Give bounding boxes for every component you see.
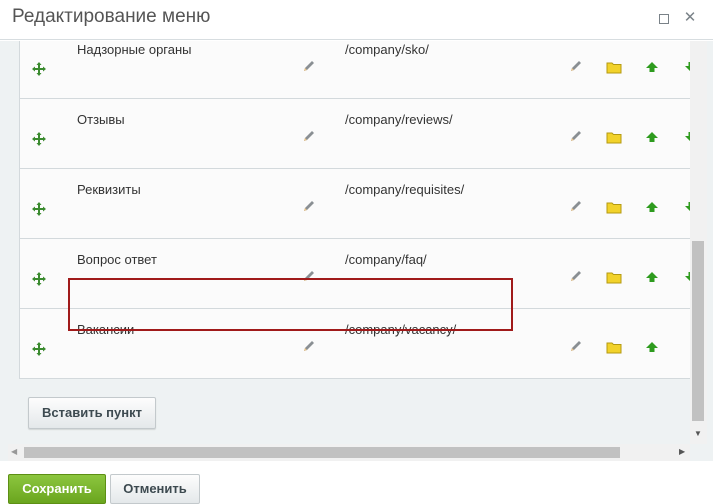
- menu-item-name[interactable]: Вакансии: [77, 322, 134, 337]
- folder-icon[interactable]: [606, 200, 622, 214]
- scroll-right-arrow-icon[interactable]: ▶: [679, 447, 685, 456]
- table-row: Вакансии /company/vacancy/: [20, 309, 690, 379]
- insert-item-button[interactable]: Вставить пункт: [28, 397, 156, 429]
- menu-items-scroll-area: Надзорные органы /company/sko/ Отзывы /c…: [8, 41, 690, 444]
- arrow-up-icon[interactable]: [645, 201, 659, 213]
- table-row: Надзорные органы /company/sko/: [20, 41, 690, 99]
- move-arrows-icon[interactable]: [32, 342, 46, 356]
- save-button[interactable]: Сохранить: [8, 474, 106, 504]
- folder-icon[interactable]: [606, 340, 622, 354]
- pencil-icon[interactable]: [301, 58, 317, 74]
- folder-icon[interactable]: [606, 270, 622, 284]
- close-icon[interactable]: ✕: [682, 10, 698, 26]
- pencil-icon[interactable]: [301, 198, 317, 214]
- menu-item-link[interactable]: /company/vacancy/: [345, 322, 456, 337]
- maximize-icon[interactable]: [655, 10, 671, 26]
- scroll-down-arrow-icon[interactable]: ▼: [694, 429, 702, 438]
- dialog-footer: Сохранить Отменить: [0, 461, 713, 504]
- arrow-up-icon[interactable]: [645, 131, 659, 143]
- menu-items-table: Надзорные органы /company/sko/ Отзывы /c…: [19, 41, 690, 379]
- menu-item-name[interactable]: Вопрос ответ: [77, 252, 157, 267]
- pencil-icon[interactable]: [568, 198, 584, 214]
- arrow-up-icon[interactable]: [645, 271, 659, 283]
- pencil-icon[interactable]: [301, 128, 317, 144]
- table-row: Вопрос ответ /company/faq/: [20, 239, 690, 309]
- dialog-titlebar: Редактирование меню ✕: [0, 0, 713, 40]
- arrow-up-icon[interactable]: [645, 341, 659, 353]
- move-arrows-icon[interactable]: [32, 202, 46, 216]
- move-arrows-icon[interactable]: [32, 272, 46, 286]
- menu-item-link[interactable]: /company/reviews/: [345, 112, 453, 127]
- pencil-icon[interactable]: [568, 128, 584, 144]
- folder-icon[interactable]: [606, 60, 622, 74]
- dialog-title: Редактирование меню: [12, 6, 211, 27]
- menu-item-link[interactable]: /company/faq/: [345, 252, 427, 267]
- move-arrows-icon[interactable]: [32, 132, 46, 146]
- table-row: Реквизиты /company/requisites/: [20, 169, 690, 239]
- cancel-button[interactable]: Отменить: [110, 474, 200, 504]
- menu-item-name[interactable]: Надзорные органы: [77, 42, 192, 57]
- pencil-icon[interactable]: [568, 338, 584, 354]
- pencil-icon[interactable]: [301, 268, 317, 284]
- table-row: Отзывы /company/reviews/: [20, 99, 690, 169]
- menu-item-link[interactable]: /company/requisites/: [345, 182, 464, 197]
- folder-icon[interactable]: [606, 130, 622, 144]
- pencil-icon[interactable]: [568, 268, 584, 284]
- move-arrows-icon[interactable]: [32, 62, 46, 76]
- menu-item-name[interactable]: Отзывы: [77, 112, 125, 127]
- pencil-icon[interactable]: [301, 338, 317, 354]
- menu-item-link[interactable]: /company/sko/: [345, 42, 429, 57]
- dialog-content: Надзорные органы /company/sko/ Отзывы /c…: [0, 41, 713, 461]
- scroll-left-arrow-icon[interactable]: ◀: [11, 447, 17, 456]
- pencil-icon[interactable]: [568, 58, 584, 74]
- vertical-scrollbar-thumb[interactable]: [692, 241, 704, 421]
- horizontal-scrollbar[interactable]: ◀ ▶: [8, 444, 690, 461]
- horizontal-scrollbar-thumb[interactable]: [24, 447, 620, 458]
- vertical-scrollbar[interactable]: ▼: [690, 41, 707, 444]
- menu-item-name[interactable]: Реквизиты: [77, 182, 141, 197]
- arrow-up-icon[interactable]: [645, 61, 659, 73]
